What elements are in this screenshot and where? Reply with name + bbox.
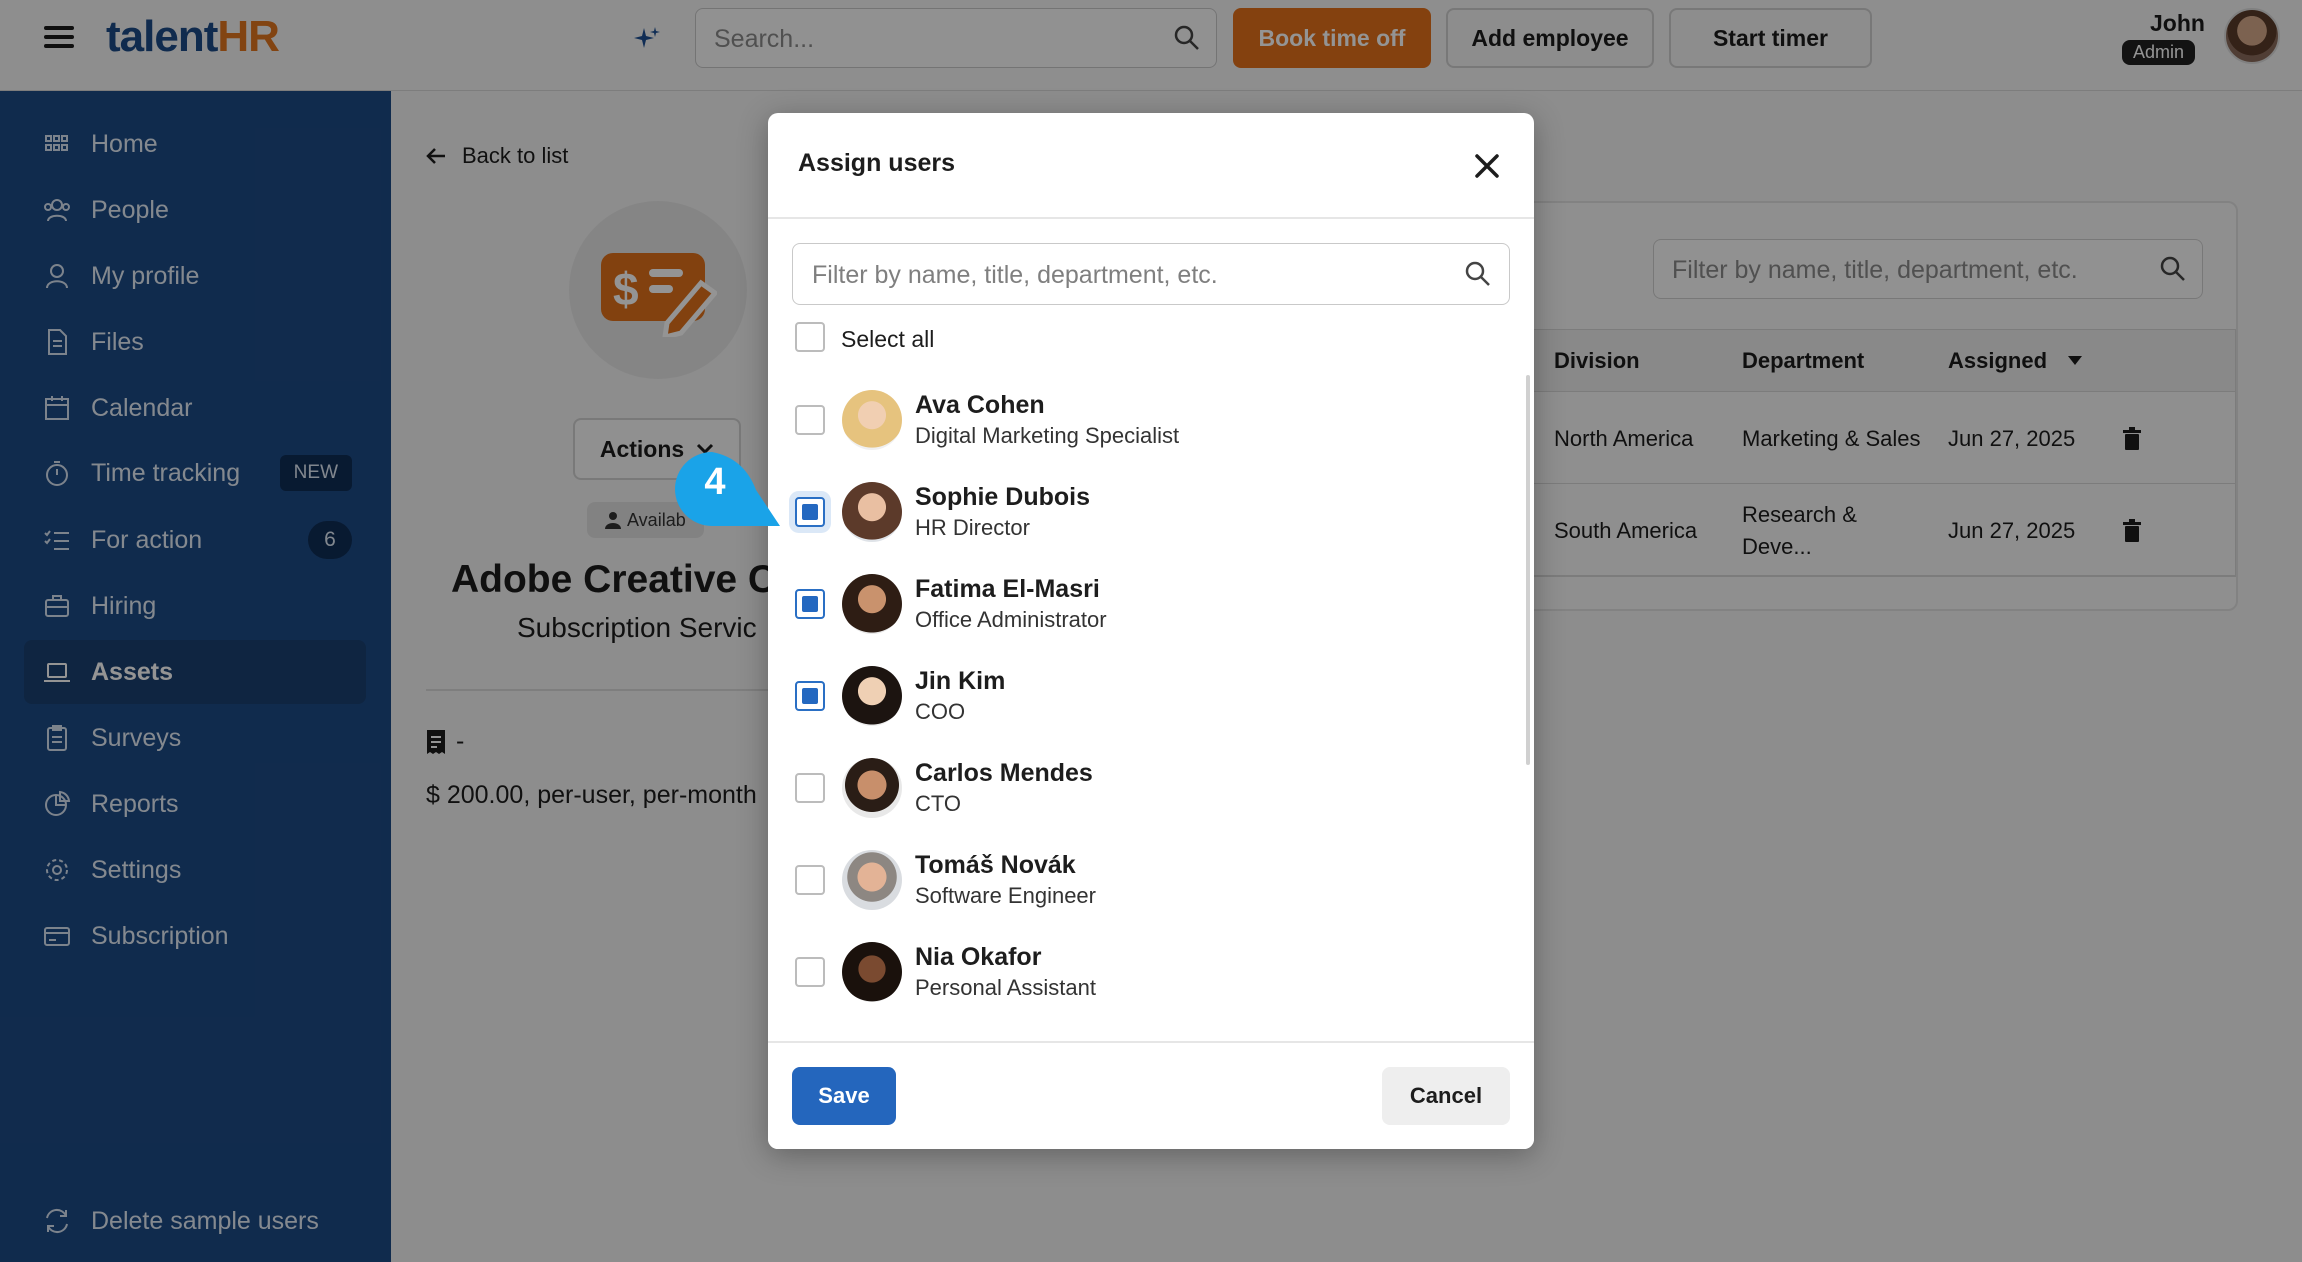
user-name: Carlos Mendes (915, 759, 1093, 787)
select-all-checkbox[interactable] (795, 322, 825, 352)
user-title: Personal Assistant (915, 975, 1096, 1000)
list-item[interactable]: Ava Cohen Digital Marketing Specialist (768, 375, 1534, 467)
avatar (842, 758, 902, 818)
user-checkbox[interactable] (795, 681, 825, 711)
list-item[interactable]: Fatima El-Masri Office Administrator (768, 559, 1534, 651)
user-filter-input[interactable]: Filter by name, title, department, etc. (792, 243, 1510, 305)
user-checkbox[interactable] (795, 589, 825, 619)
cancel-button[interactable]: Cancel (1382, 1067, 1510, 1125)
avatar (842, 574, 902, 634)
user-title: Software Engineer (915, 883, 1096, 908)
user-name: Nia Okafor (915, 943, 1042, 971)
user-checkbox[interactable] (795, 865, 825, 895)
modal-footer: Save Cancel (768, 1041, 1534, 1149)
list-item[interactable]: Nia Okafor Personal Assistant (768, 927, 1534, 1019)
user-checkbox[interactable] (795, 957, 825, 987)
avatar (842, 850, 902, 910)
user-checkbox[interactable] (795, 405, 825, 435)
save-button[interactable]: Save (792, 1067, 896, 1125)
user-title: HR Director (915, 515, 1030, 540)
avatar (842, 390, 902, 450)
list-item[interactable]: Tomáš Novák Software Engineer (768, 835, 1534, 927)
user-title: Office Administrator (915, 607, 1107, 632)
search-icon (1465, 261, 1490, 286)
avatar (842, 666, 902, 726)
user-title: CTO (915, 791, 962, 816)
user-name: Ava Cohen (915, 391, 1045, 419)
user-list: Ava Cohen Digital Marketing Specialist S… (768, 375, 1534, 1041)
modal-title: Assign users (798, 149, 956, 177)
user-title: COO (915, 699, 966, 724)
list-item[interactable]: Carlos Mendes CTO (768, 743, 1534, 835)
avatar (842, 482, 902, 542)
modal-header: Assign users (768, 113, 1534, 219)
user-name: Tomáš Novák (915, 851, 1076, 879)
list-item[interactable]: Jin Kim COO (768, 651, 1534, 743)
user-name: Sophie Dubois (915, 483, 1090, 511)
select-all-label[interactable]: Select all (841, 326, 934, 353)
step-number: 4 (704, 461, 726, 503)
user-checkbox[interactable] (795, 773, 825, 803)
user-list-scrollbar[interactable] (1526, 375, 1530, 765)
close-icon[interactable] (1472, 151, 1502, 181)
user-title: Digital Marketing Specialist (915, 423, 1180, 448)
user-name: Jin Kim (915, 667, 1006, 695)
avatar (842, 942, 902, 1002)
user-name: Fatima El-Masri (915, 575, 1100, 603)
list-item[interactable]: Sophie Dubois HR Director (768, 467, 1534, 559)
assign-users-modal: Assign users Filter by name, title, depa… (768, 113, 1534, 1149)
